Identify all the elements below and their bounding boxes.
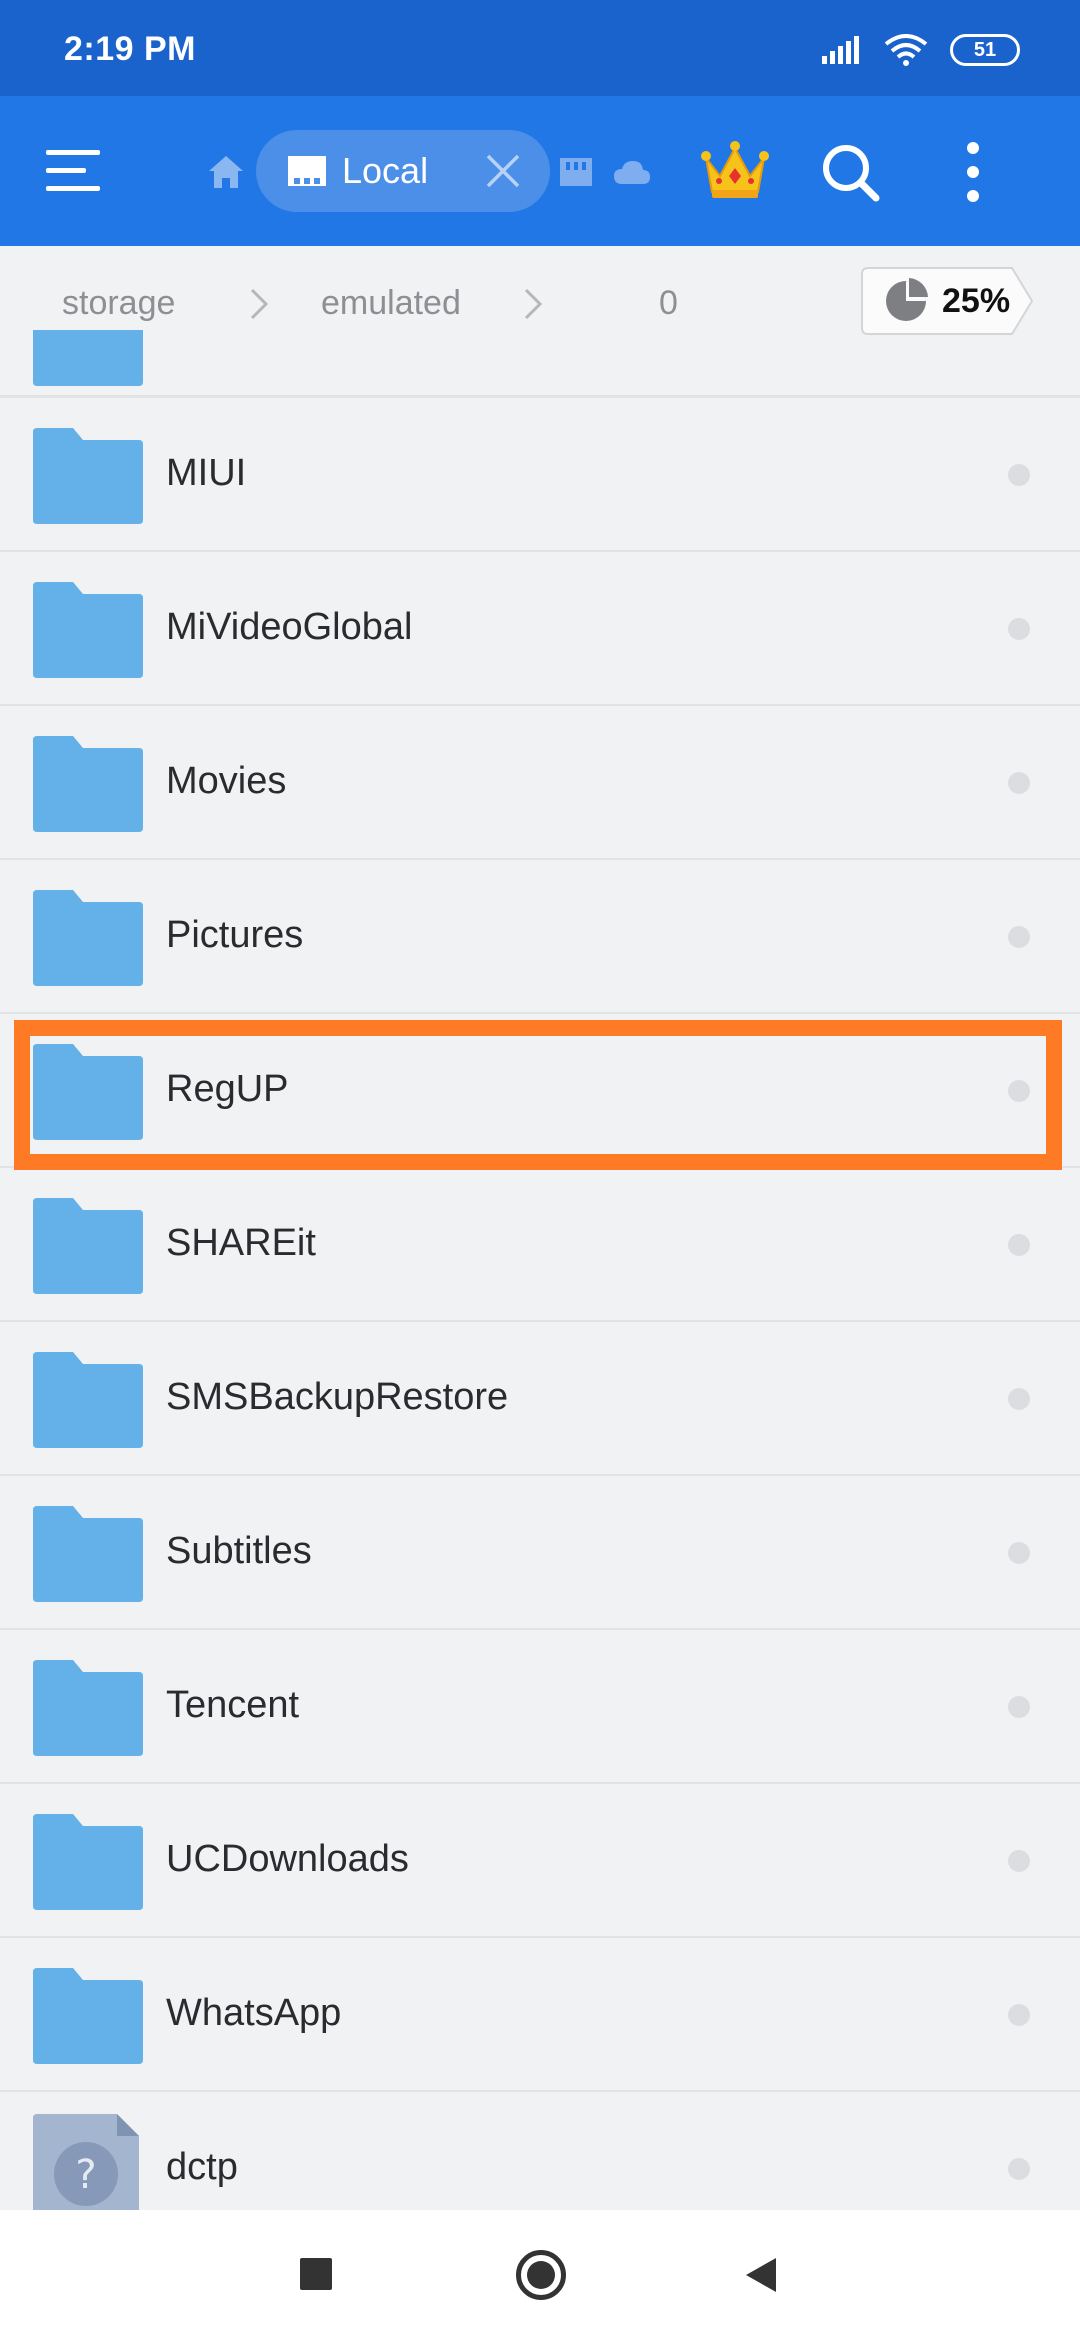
file-name: Movies <box>166 760 287 802</box>
file-name: MiVideoGlobal <box>166 606 413 648</box>
breadcrumb-item-storage[interactable]: storage <box>62 284 175 323</box>
list-item[interactable]: SHAREit <box>0 1168 1080 1322</box>
unknown-file-icon: ? <box>33 2114 139 2224</box>
battery-level: 51 <box>973 38 997 61</box>
select-dot[interactable] <box>1008 1080 1030 1102</box>
wifi-icon <box>884 34 928 66</box>
select-dot[interactable] <box>1008 1388 1030 1410</box>
list-item-partial[interactable] <box>0 330 1080 398</box>
top-toolbar: Local <box>0 96 1080 246</box>
folder-icon <box>33 1198 143 1294</box>
file-name: SMSBackupRestore <box>166 1376 509 1418</box>
more-vert-icon[interactable] <box>955 142 991 202</box>
list-item[interactable]: MiVideoGlobal <box>0 552 1080 706</box>
list-item[interactable]: WhatsApp <box>0 1938 1080 2092</box>
signal-icon <box>822 36 859 64</box>
chevron-right-icon <box>250 288 269 320</box>
recent-apps-icon[interactable] <box>300 2258 332 2290</box>
file-name: Subtitles <box>166 1530 312 1572</box>
select-dot[interactable] <box>1008 618 1030 640</box>
list-item[interactable]: SMSBackupRestore <box>0 1322 1080 1476</box>
chevron-right-icon <box>524 288 543 320</box>
status-icons: 51 <box>822 30 1020 70</box>
select-dot[interactable] <box>1008 772 1030 794</box>
folder-icon <box>33 330 143 386</box>
folder-icon <box>33 736 143 832</box>
folder-icon <box>33 428 143 524</box>
file-name: WhatsApp <box>166 1992 342 2034</box>
select-dot[interactable] <box>1008 2004 1030 2026</box>
status-time: 2:19 PM <box>64 30 196 68</box>
file-name: Pictures <box>166 914 304 956</box>
select-dot[interactable] <box>1008 1850 1030 1872</box>
menu-button[interactable] <box>46 146 106 196</box>
cloud-icon[interactable] <box>612 158 652 186</box>
tab-local[interactable]: Local <box>256 130 550 212</box>
breadcrumb-item-0[interactable]: 0 <box>659 284 678 323</box>
storage-usage-badge[interactable]: 25% <box>860 266 1036 336</box>
system-nav-bar <box>0 2210 1080 2340</box>
sd-card-icon <box>288 156 326 186</box>
select-dot[interactable] <box>1008 1542 1030 1564</box>
folder-icon <box>33 1044 143 1140</box>
breadcrumb-item-emulated[interactable]: emulated <box>321 284 461 323</box>
file-name: MIUI <box>166 452 247 494</box>
select-dot[interactable] <box>1008 464 1030 486</box>
list-item[interactable]: Tencent <box>0 1630 1080 1784</box>
file-name: RegUP <box>166 1068 289 1110</box>
select-dot[interactable] <box>1008 1696 1030 1718</box>
file-name: SHAREit <box>166 1222 316 1264</box>
folder-icon <box>33 582 143 678</box>
list-item[interactable]: MIUI <box>0 398 1080 552</box>
folder-icon <box>33 1660 143 1756</box>
folder-icon <box>33 890 143 986</box>
folder-icon <box>33 1968 143 2064</box>
status-bar: 2:19 PM 51 <box>0 0 1080 96</box>
folder-icon <box>33 1506 143 1602</box>
file-name: Tencent <box>166 1684 300 1726</box>
home-nav-icon[interactable] <box>516 2250 566 2300</box>
file-name: dctp <box>166 2146 238 2188</box>
storage-usage-text: 25% <box>942 282 1011 320</box>
file-name: UCDownloads <box>166 1838 409 1880</box>
select-dot[interactable] <box>1008 926 1030 948</box>
list-item[interactable]: RegUP <box>0 1014 1080 1168</box>
svg-text:?: ? <box>75 2152 96 2198</box>
select-dot[interactable] <box>1008 2158 1030 2180</box>
list-item[interactable]: Movies <box>0 706 1080 860</box>
folder-icon <box>33 1352 143 1448</box>
crown-icon[interactable] <box>700 140 770 202</box>
list-item[interactable]: Subtitles <box>0 1476 1080 1630</box>
close-icon[interactable] <box>484 152 522 190</box>
home-icon[interactable] <box>206 152 246 192</box>
battery-icon: 51 <box>950 34 1020 66</box>
list-item[interactable]: Pictures <box>0 860 1080 1014</box>
folder-icon <box>33 1814 143 1910</box>
list-item[interactable]: UCDownloads <box>0 1784 1080 1938</box>
tab-label: Local <box>342 150 429 191</box>
search-icon[interactable] <box>818 140 884 206</box>
select-dot[interactable] <box>1008 1234 1030 1256</box>
sd-icon[interactable] <box>558 156 594 188</box>
back-icon[interactable] <box>744 2256 778 2294</box>
